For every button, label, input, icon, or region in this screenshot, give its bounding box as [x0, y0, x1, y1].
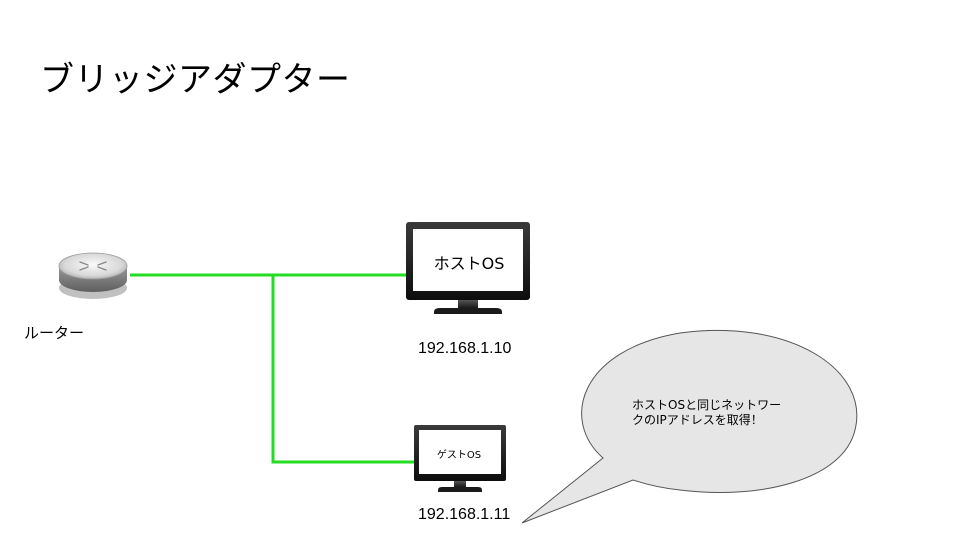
guest-ip-label: 192.168.1.11 — [418, 506, 511, 523]
page-title: ブリッジアダプター — [40, 60, 351, 100]
host-ip-label: 192.168.1.10 — [418, 340, 512, 357]
router-label: ルーター — [24, 324, 85, 342]
callout-line-1: ホストOSと同じネットワー — [632, 398, 782, 412]
callout-text: ホストOSと同じネットワー クのIPアドレスを取得！ — [632, 398, 781, 428]
router-icon — [58, 252, 128, 299]
host-os-label: ホストOS — [433, 254, 505, 273]
callout-line-2: クのIPアドレスを取得！ — [632, 413, 763, 427]
guest-os-label: ゲストOS — [436, 450, 482, 461]
connection-lines — [130, 273, 414, 464]
slide: ブリッジアダプター ルーター ホストOS 192.168.1.10 ゲストOS … — [0, 0, 960, 540]
branch-to-guest-line — [271, 275, 414, 464]
